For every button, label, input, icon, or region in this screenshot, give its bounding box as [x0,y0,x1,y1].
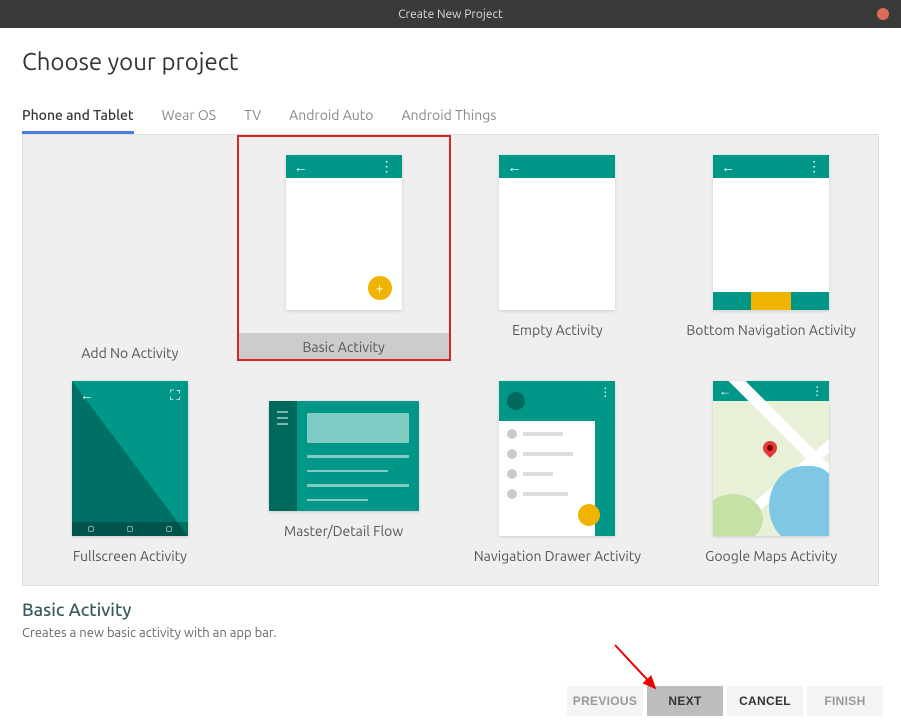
window-titlebar: Create New Project [0,0,901,28]
template-add-no-activity[interactable]: Add No Activity [23,135,237,361]
template-label: Fullscreen Activity [73,548,187,564]
back-arrow-icon [294,159,308,175]
back-arrow-icon [507,159,521,175]
template-google-maps[interactable]: ←⋮ Google Maps Activity [664,361,878,586]
list-pane-icon [269,401,297,511]
page-title: Choose your project [22,48,879,75]
avatar-icon [507,392,525,410]
template-label: Bottom Navigation Activity [686,322,855,338]
thumb-master-detail [269,401,419,511]
template-master-detail[interactable]: Master/Detail Flow [237,361,451,586]
template-label: Google Maps Activity [705,548,837,564]
tab-wear-os[interactable]: Wear OS [162,99,216,134]
thumb-none [72,155,188,285]
overflow-icon: ⋮ [811,384,823,398]
next-button[interactable]: NEXT [647,686,723,716]
tab-phone-tablet[interactable]: Phone and Tablet [22,99,134,134]
detail-pane-icon [297,401,419,511]
cancel-button[interactable]: CANCEL [727,686,803,716]
thumb-basic: + [286,155,402,310]
template-label: Empty Activity [512,322,603,338]
template-label: Master/Detail Flow [284,523,403,539]
device-tabs: Phone and Tablet Wear OS TV Android Auto… [22,99,879,134]
thumb-nav-drawer: ⋮ [499,381,615,536]
fab-icon: + [368,276,392,300]
finish-button: FINISH [807,686,883,716]
selection-description: Creates a new basic activity with an app… [22,626,879,640]
bottom-nav-icon [713,292,829,310]
map-pin-icon [760,438,780,458]
thumb-google-maps: ←⋮ [713,381,829,536]
template-label: Add No Activity [81,345,178,361]
template-empty-activity[interactable]: Empty Activity [451,135,665,361]
tab-android-auto[interactable]: Android Auto [289,99,373,134]
thumb-bottomnav [713,155,829,310]
previous-button: PREVIOUS [567,686,643,716]
overflow-icon: ⋮ [599,385,611,399]
template-basic-activity[interactable]: + Basic Activity [237,135,451,361]
overflow-icon [380,158,394,175]
template-label: Basic Activity [237,333,451,361]
overflow-icon [807,158,821,175]
selection-info: Basic Activity Creates a new basic activ… [0,586,901,640]
back-arrow-icon: ← [719,384,731,398]
template-label: Navigation Drawer Activity [474,548,641,564]
thumb-empty [499,155,615,310]
thumb-fullscreen: ←⛶ [72,381,188,536]
template-nav-drawer[interactable]: ⋮ Navigation Drawer Activity [451,361,665,586]
back-arrow-icon: ← [80,387,94,404]
template-bottom-nav[interactable]: Bottom Navigation Activity [664,135,878,361]
template-gallery[interactable]: Add No Activity + Basic Activity Empty A… [22,134,879,586]
tab-tv[interactable]: TV [244,99,261,134]
back-arrow-icon [721,159,735,175]
wizard-footer: PREVIOUS NEXT CANCEL FINISH [567,686,883,716]
fullscreen-icon: ⛶ [170,387,180,404]
close-icon[interactable] [877,8,889,20]
selection-title: Basic Activity [22,600,879,620]
window-title: Create New Project [398,8,503,21]
template-fullscreen[interactable]: ←⛶ Fullscreen Activity [23,361,237,586]
tab-android-things[interactable]: Android Things [401,99,496,134]
